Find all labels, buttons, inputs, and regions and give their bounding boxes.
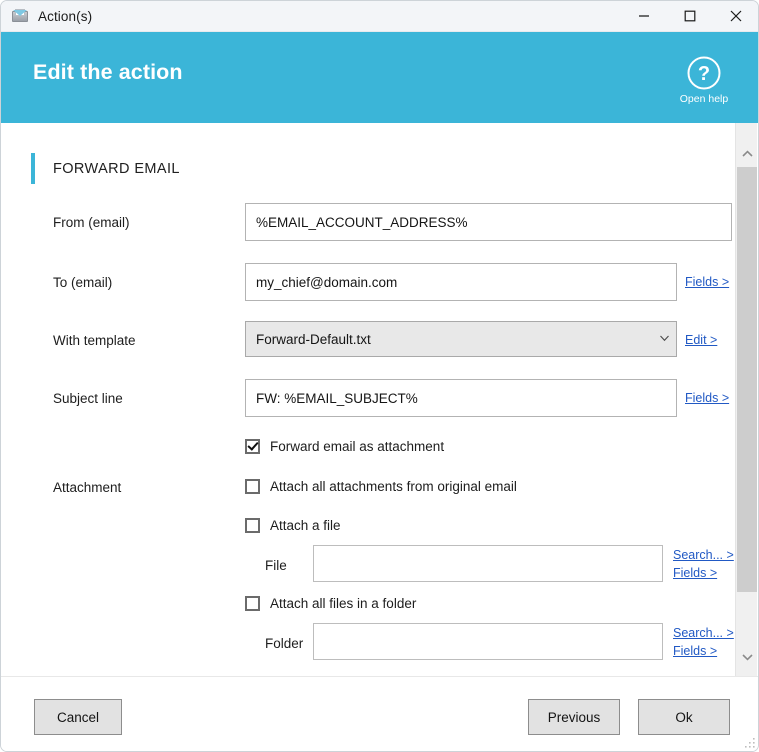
checkbox-label: Attach all files in a folder [270,596,417,611]
folder-path-input[interactable] [313,623,663,660]
page-title: Edit the action [33,60,183,84]
scrollbar-thumb[interactable] [737,167,757,592]
scroll-down-button[interactable] [736,646,758,668]
dialog-header: Edit the action ? Open help [1,32,758,123]
svg-text:?: ? [698,63,710,85]
ok-button[interactable]: Ok [638,699,730,735]
checkbox-box[interactable] [245,479,260,494]
close-icon [730,10,742,22]
title-bar: Action(s) [1,1,758,32]
section-header: FORWARD EMAIL [31,153,180,184]
dialog-body: FORWARD EMAIL From (email) To (email) Fi… [1,123,758,676]
file-fields-link[interactable]: Fields > [673,566,717,580]
resize-grip-icon[interactable] [744,737,756,749]
checkbox-forward-as-attachment[interactable]: Forward email as attachment [245,439,444,454]
folder-fields-link[interactable]: Fields > [673,644,717,658]
template-edit-link[interactable]: Edit > [685,333,717,347]
minimize-icon [639,15,649,17]
window-title: Action(s) [38,8,93,24]
template-select[interactable]: Forward-Default.txt [245,321,677,357]
label-attachment: Attachment [53,480,122,495]
checkbox-label: Forward email as attachment [270,439,445,454]
label-file: File [265,558,287,573]
label-folder: Folder [265,636,304,651]
scroll-up-button[interactable] [736,143,758,165]
close-button[interactable] [713,1,758,31]
maximize-button[interactable] [667,1,713,31]
subject-fields-link[interactable]: Fields > [685,391,729,405]
chevron-down-icon [741,654,753,661]
checkbox-attach-a-file[interactable]: Attach a file [245,518,341,533]
open-help-label: Open help [679,93,729,105]
label-subject-line: Subject line [53,391,123,406]
checkbox-label: Attach a file [270,518,341,533]
section-accent-bar [31,153,35,184]
cancel-button[interactable]: Cancel [34,699,122,735]
dialog-window: Action(s) Edit the action ? Open help FO… [0,0,759,752]
app-icon [12,8,28,24]
vertical-scrollbar[interactable] [735,123,757,676]
section-title: FORWARD EMAIL [53,160,180,177]
label-from-email: From (email) [53,215,130,230]
label-to-email: To (email) [53,275,113,290]
checkbox-box[interactable] [245,596,260,611]
file-path-input[interactable] [313,545,663,582]
checkbox-attach-all-from-original[interactable]: Attach all attachments from original ema… [245,479,517,494]
file-search-link[interactable]: Search... > [673,548,734,562]
dialog-footer: Cancel Previous Ok [1,676,758,751]
label-with-template: With template [53,333,136,348]
question-mark-circle-icon: ? [687,56,721,90]
maximize-icon [684,10,696,22]
checkbox-box[interactable] [245,518,260,533]
folder-search-link[interactable]: Search... > [673,626,734,640]
to-email-fields-link[interactable]: Fields > [685,275,729,289]
from-email-input[interactable] [245,203,732,241]
checkbox-label: Attach all attachments from original ema… [270,479,517,494]
checkbox-attach-all-in-folder[interactable]: Attach all files in a folder [245,596,416,611]
chevron-up-icon [741,150,753,157]
open-help-button[interactable]: ? Open help [672,55,736,105]
minimize-button[interactable] [621,1,667,31]
subject-line-input[interactable] [245,379,677,417]
to-email-input[interactable] [245,263,677,301]
checkbox-box-checked[interactable] [245,439,260,454]
previous-button[interactable]: Previous [528,699,620,735]
